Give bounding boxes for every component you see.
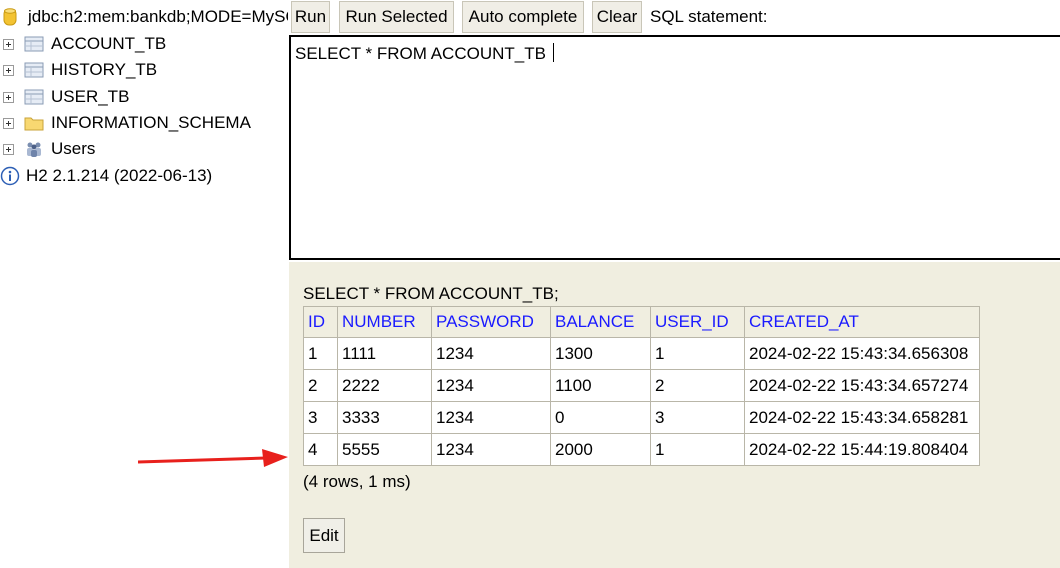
info-icon [0, 166, 20, 186]
table-cell: 2024-02-22 15:43:34.658281 [744, 401, 980, 434]
folder-icon [24, 117, 44, 131]
table-cell: 2000 [550, 433, 651, 466]
annotation-arrow-icon [138, 449, 288, 467]
tree-item-information-schema[interactable]: INFORMATION_SCHEMA [0, 110, 251, 136]
clear-button[interactable]: Clear [592, 1, 642, 33]
schema-tree: ACCOUNT_TB HISTORY_TB USER_TB INFORMATIO… [0, 0, 288, 568]
column-header[interactable]: NUMBER [337, 306, 432, 338]
table-cell: 1111 [337, 337, 432, 370]
run-button[interactable]: Run [291, 1, 330, 33]
table-cell: 1234 [431, 337, 551, 370]
sql-statement-label: SQL statement: [650, 7, 768, 26]
table-row: 1 1111 1234 1300 1 2024-02-22 15:43:34.6… [303, 337, 980, 370]
table-cell: 1 [303, 337, 338, 370]
table-icon [24, 62, 44, 78]
table-cell: 3 [303, 401, 338, 434]
result-query: SELECT * FROM ACCOUNT_TB; [303, 284, 559, 303]
table-cell: 2024-02-22 15:44:19.808404 [744, 433, 980, 466]
sql-text: SELECT * FROM ACCOUNT_TB [295, 44, 551, 63]
tree-item-label: INFORMATION_SCHEMA [51, 113, 251, 132]
expand-icon[interactable] [3, 143, 14, 155]
users-icon [27, 142, 41, 157]
table-row: 3 3333 1234 0 3 2024-02-22 15:43:34.6582… [303, 401, 980, 434]
table-cell: 0 [550, 401, 651, 434]
table-cell: 1234 [431, 369, 551, 402]
edit-button[interactable]: Edit [303, 518, 345, 553]
tree-item-history-tb[interactable]: HISTORY_TB [0, 57, 157, 83]
table-cell: 2222 [337, 369, 432, 402]
table-cell: 3 [650, 401, 745, 434]
expand-icon[interactable] [3, 64, 14, 76]
tree-item-label: HISTORY_TB [51, 60, 158, 79]
expand-icon[interactable] [3, 91, 14, 103]
table-icon [24, 89, 44, 105]
table-cell: 2024-02-22 15:43:34.656308 [744, 337, 980, 370]
column-header[interactable]: PASSWORD [431, 306, 551, 338]
sql-editor[interactable]: SELECT * FROM ACCOUNT_TB [289, 35, 1060, 260]
table-cell: 1234 [431, 401, 551, 434]
table-cell: 3333 [337, 401, 432, 434]
table-cell: 5555 [337, 433, 432, 466]
text-caret [552, 43, 554, 62]
run-selected-button[interactable]: Run Selected [339, 1, 454, 33]
tree-item-label: Users [51, 139, 96, 158]
table-cell: 2 [650, 369, 745, 402]
table-cell: 1234 [431, 433, 551, 466]
table-row: 4 5555 1234 2000 1 2024-02-22 15:44:19.8… [303, 433, 980, 466]
table-cell: 4 [303, 433, 338, 466]
table-cell: 2024-02-22 15:43:34.657274 [744, 369, 980, 402]
tree-item-account-tb[interactable]: ACCOUNT_TB [0, 31, 166, 57]
result-table: ID NUMBER PASSWORD BALANCE USER_ID CREAT… [303, 306, 980, 466]
table-cell: 1 [650, 433, 745, 466]
tree-item-users[interactable]: Users [0, 136, 95, 162]
toolbar: jdbc:h2:mem:bankdb;MODE=MySQL Run Run Se… [0, 0, 1060, 34]
column-header[interactable]: USER_ID [650, 306, 745, 338]
tree-item-user-tb[interactable]: USER_TB [0, 84, 129, 110]
tree-item-label: ACCOUNT_TB [51, 34, 167, 53]
database-icon [3, 8, 17, 26]
auto-complete-button[interactable]: Auto complete [462, 1, 584, 33]
table-cell: 2 [303, 369, 338, 402]
table-cell: 1300 [550, 337, 651, 370]
table-cell: 1100 [550, 369, 651, 402]
column-header[interactable]: ID [303, 306, 338, 338]
table-cell: 1 [650, 337, 745, 370]
table-row: 2 2222 1234 1100 2 2024-02-22 15:43:34.6… [303, 369, 980, 402]
result-status: (4 rows, 1 ms) [303, 472, 411, 491]
version-info: H2 2.1.214 (2022-06-13) [0, 163, 212, 189]
expand-icon[interactable] [3, 117, 14, 129]
table-header-row: ID NUMBER PASSWORD BALANCE USER_ID CREAT… [303, 306, 980, 338]
table-icon [24, 36, 44, 52]
result-panel: SELECT * FROM ACCOUNT_TB; ID NUMBER PASS… [289, 262, 1060, 568]
tree-item-label: USER_TB [51, 87, 130, 106]
connection-info: jdbc:h2:mem:bankdb;MODE=MySQL [0, 4, 288, 30]
column-header[interactable]: CREATED_AT [744, 306, 980, 338]
expand-icon[interactable] [3, 38, 14, 50]
column-header[interactable]: BALANCE [550, 306, 651, 338]
connection-url: jdbc:h2:mem:bankdb;MODE=MySQL [28, 7, 288, 26]
version-label: H2 2.1.214 (2022-06-13) [26, 166, 213, 185]
